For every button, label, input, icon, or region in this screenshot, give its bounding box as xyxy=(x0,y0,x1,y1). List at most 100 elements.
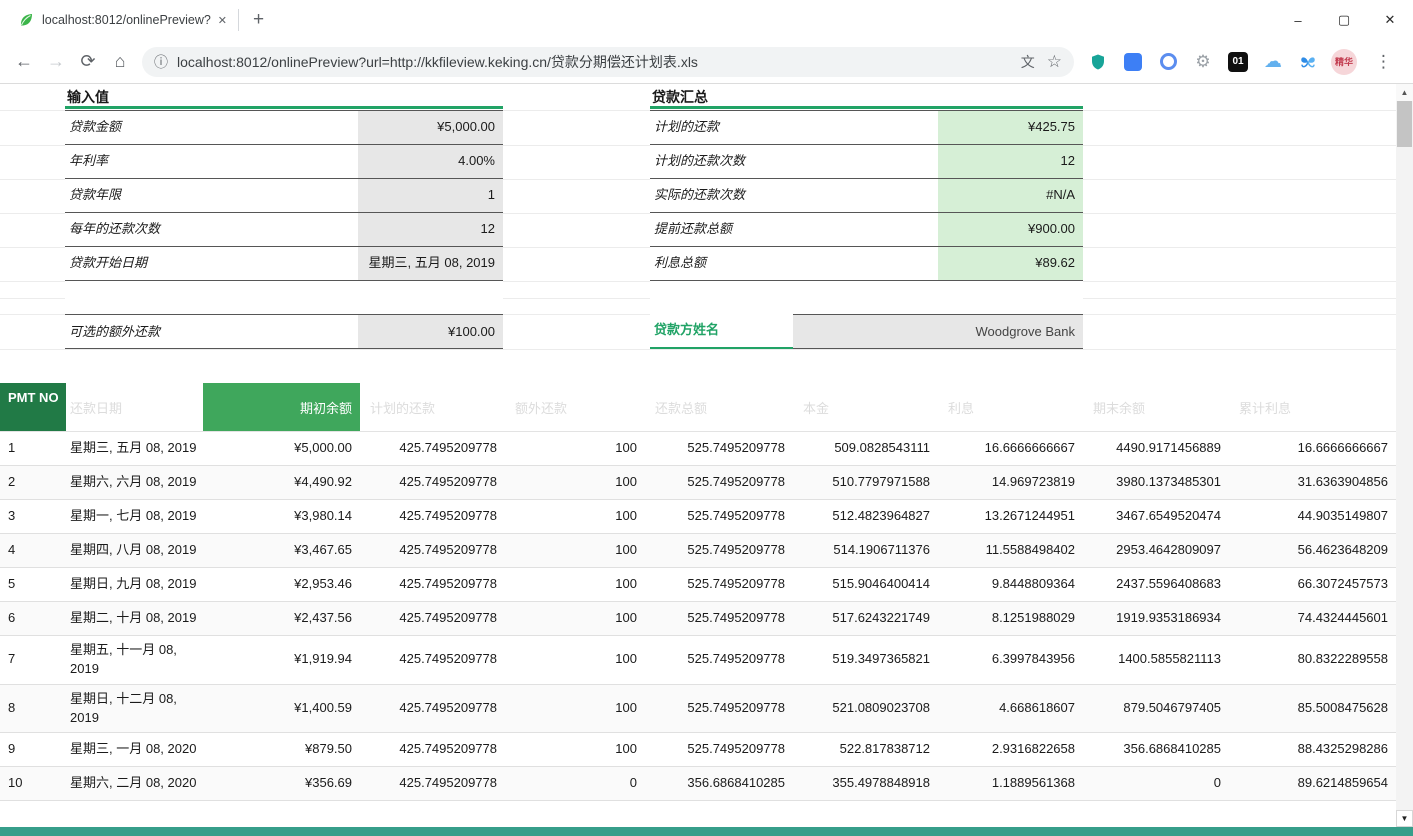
row-label: 计划的还款 xyxy=(650,111,938,144)
row-value: ¥100.00 xyxy=(358,315,503,348)
row-label: 利息总额 xyxy=(650,247,938,280)
table-cell: 525.7495209778 xyxy=(645,473,793,492)
table-cell: 425.7495209778 xyxy=(360,575,505,594)
summary-section-title: 贷款汇总 xyxy=(650,91,1083,104)
close-button[interactable]: ✕ xyxy=(1367,0,1413,40)
minimize-button[interactable]: – xyxy=(1275,0,1321,40)
browser-menu-icon[interactable]: ⋮ xyxy=(1368,52,1399,72)
address-bar[interactable]: ⓘ localhost:8012/onlinePreview?url=http:… xyxy=(142,47,1074,77)
table-cell: 3980.1373485301 xyxy=(1083,473,1229,492)
table-cell: 517.6243221749 xyxy=(793,609,938,628)
table-cell: 514.1906711376 xyxy=(793,541,938,560)
row-label: 每年的还款次数 xyxy=(65,213,358,246)
table-cell: 16.6666666667 xyxy=(938,439,1083,458)
butterfly-extension-icon[interactable] xyxy=(1296,50,1320,74)
scroll-down-icon[interactable]: ▼ xyxy=(1396,810,1413,827)
new-tab-button[interactable]: + xyxy=(239,9,278,31)
back-icon[interactable]: ← xyxy=(8,51,40,72)
gray-extension-icon[interactable]: ⚙ xyxy=(1191,50,1215,74)
tab-close-icon[interactable]: ✕ xyxy=(213,12,232,29)
table-cell: 525.7495209778 xyxy=(645,507,793,526)
table-cell: 525.7495209778 xyxy=(645,650,793,669)
table-row: 5星期日, 九月 08, 2019¥2,953.46425.7495209778… xyxy=(0,568,1396,602)
summary-row: 贷款金额¥5,000.00 xyxy=(65,111,503,145)
summary-section-underline xyxy=(650,106,1083,109)
header-total-payment: 还款总额 xyxy=(645,383,793,431)
shield-extension-icon[interactable] xyxy=(1086,50,1110,74)
table-cell: 4 xyxy=(0,541,66,560)
table-row: 7星期五, 十一月 08, 2019¥1,919.94425.749520977… xyxy=(0,636,1396,685)
summary-row: 每年的还款次数12 xyxy=(65,213,503,247)
summary-row: 实际的还款次数#N/A xyxy=(650,179,1083,213)
tab-title: localhost:8012/onlinePreview? xyxy=(42,13,213,27)
table-cell: 355.4978848918 xyxy=(793,774,938,793)
table-cell: 3467.6549520474 xyxy=(1083,507,1229,526)
table-cell: 7 xyxy=(0,650,66,669)
table-cell: 1919.9353186934 xyxy=(1083,609,1229,628)
row-value: ¥5,000.00 xyxy=(358,111,503,144)
table-cell: 8.1251988029 xyxy=(938,609,1083,628)
scroll-up-icon[interactable]: ▲ xyxy=(1396,84,1413,101)
row-value: 12 xyxy=(358,213,503,246)
table-cell: 6 xyxy=(0,609,66,628)
table-cell: 100 xyxy=(505,507,645,526)
translate-icon[interactable]: 文 xyxy=(1021,52,1035,72)
blue-square-extension-icon[interactable] xyxy=(1121,50,1145,74)
table-cell: 525.7495209778 xyxy=(645,609,793,628)
vertical-scrollbar[interactable]: ▲ ▼ xyxy=(1396,84,1413,827)
table-cell: ¥1,919.94 xyxy=(203,650,360,669)
scrollbar-thumb[interactable] xyxy=(1397,101,1412,147)
table-cell: 星期日, 九月 08, 2019 xyxy=(66,575,203,594)
table-cell: 56.4623648209 xyxy=(1229,541,1396,560)
table-cell: 2 xyxy=(0,473,66,492)
table-cell: ¥356.69 xyxy=(203,774,360,793)
browser-tab[interactable]: localhost:8012/onlinePreview? ✕ xyxy=(0,0,238,40)
summary-row: 年利率4.00% xyxy=(65,145,503,179)
table-cell: 521.0809023708 xyxy=(793,699,938,718)
row-value: ¥900.00 xyxy=(938,213,1083,246)
table-cell: 星期五, 十一月 08, 2019 xyxy=(66,641,203,679)
table-cell: 星期日, 十二月 08, 2019 xyxy=(66,690,203,728)
table-cell: 88.4325298286 xyxy=(1229,740,1396,759)
table-cell: 425.7495209778 xyxy=(360,774,505,793)
browser-toolbar: ← → ⟳ ⌂ ⓘ localhost:8012/onlinePreview?u… xyxy=(0,40,1413,84)
table-cell: 31.6363904856 xyxy=(1229,473,1396,492)
table-cell: ¥1,400.59 xyxy=(203,699,360,718)
reload-icon[interactable]: ⟳ xyxy=(72,51,104,72)
table-cell: 100 xyxy=(505,699,645,718)
browser-titlebar: localhost:8012/onlinePreview? ✕ + – ▢ ✕ xyxy=(0,0,1413,40)
maximize-button[interactable]: ▢ xyxy=(1321,0,1367,40)
table-cell: 星期六, 二月 08, 2020 xyxy=(66,774,203,793)
table-cell: 425.7495209778 xyxy=(360,439,505,458)
summary-row: 提前还款总额¥900.00 xyxy=(650,213,1083,247)
table-cell: 509.0828543111 xyxy=(793,439,938,458)
table-cell: 44.9035149807 xyxy=(1229,507,1396,526)
page-info-icon[interactable]: ⓘ xyxy=(154,52,168,72)
table-cell: 85.5008475628 xyxy=(1229,699,1396,718)
extension-area: ⚙ 01 ☁ 精华 ⋮ xyxy=(1080,49,1405,75)
table-cell: 525.7495209778 xyxy=(645,699,793,718)
table-cell: 100 xyxy=(505,650,645,669)
table-cell: 515.9046400414 xyxy=(793,575,938,594)
row-label: 贷款开始日期 xyxy=(65,247,358,280)
amortization-header: PMT NO 还款日期 期初余额 计划的还款 额外还款 还款总额 本金 利息 期… xyxy=(0,383,1396,432)
row-label: 实际的还款次数 xyxy=(650,179,938,212)
cloud-extension-icon[interactable]: ☁ xyxy=(1261,50,1285,74)
summary-row: 计划的还款次数12 xyxy=(650,145,1083,179)
input-section-title: 输入值 xyxy=(65,91,503,104)
bookmark-star-icon[interactable]: ☆ xyxy=(1047,52,1062,72)
table-cell: ¥879.50 xyxy=(203,740,360,759)
badge-01-extension-icon[interactable]: 01 xyxy=(1226,50,1250,74)
table-cell: ¥2,437.56 xyxy=(203,609,360,628)
forward-icon[interactable]: → xyxy=(40,51,72,72)
table-cell: ¥5,000.00 xyxy=(203,439,360,458)
table-cell: 425.7495209778 xyxy=(360,609,505,628)
badge-01-label: 01 xyxy=(1228,52,1248,72)
home-icon[interactable]: ⌂ xyxy=(104,51,136,72)
table-cell: 星期三, 五月 08, 2019 xyxy=(66,439,203,458)
profile-avatar[interactable]: 精华 xyxy=(1331,49,1357,75)
header-cum-interest: 累计利息 xyxy=(1229,383,1396,431)
row-value: 12 xyxy=(938,145,1083,178)
circle-extension-icon[interactable] xyxy=(1156,50,1180,74)
url-text[interactable]: localhost:8012/onlinePreview?url=http://… xyxy=(177,52,1009,72)
